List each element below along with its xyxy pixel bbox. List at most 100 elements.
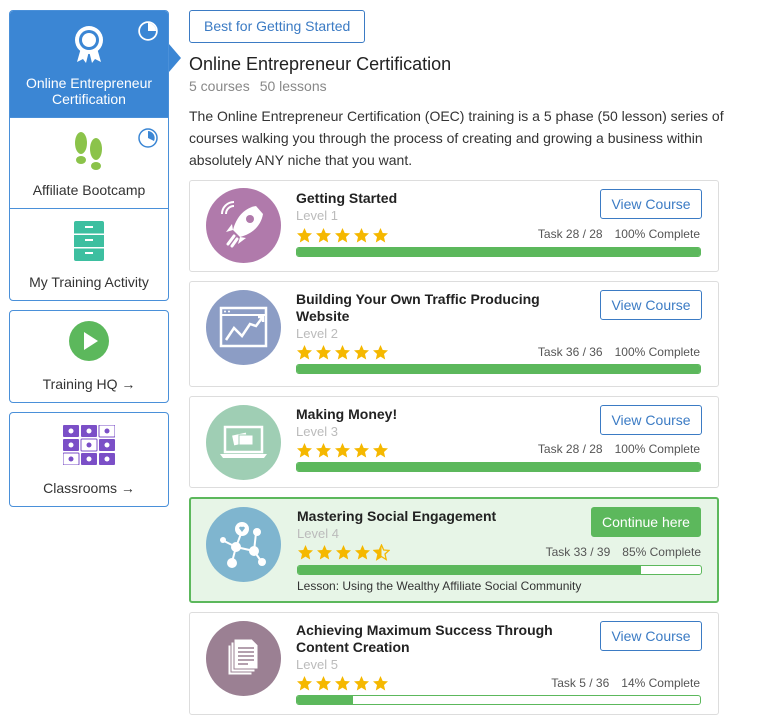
progress-pie-icon [138, 128, 158, 148]
course-title-text: Getting Started [296, 190, 398, 206]
progress-fill [298, 566, 641, 574]
social-network-icon [206, 507, 281, 582]
course-level: Level 1 [296, 208, 338, 223]
view-course-button[interactable]: View Course [600, 290, 702, 320]
task-count: Task 36 / 36 [537, 345, 603, 359]
rocket-icon [206, 188, 281, 263]
course-card-5: Achieving Maximum Success Through Conten… [189, 612, 719, 715]
view-course-button[interactable]: View Course [600, 189, 702, 219]
course-card-3: Making Money! Level 3 View Course Task 28… [189, 396, 719, 488]
progress-fill [297, 696, 354, 704]
task-status: Task 33 / 39 85% Complete [546, 545, 701, 559]
sidebar-item-training-hq[interactable]: Training HQ → [10, 311, 168, 402]
star-icon [354, 228, 369, 243]
course-level: Level 5 [296, 657, 338, 672]
rating-stars [296, 227, 389, 244]
star-icon [316, 345, 331, 360]
course-title: Getting Started Level 1 [296, 190, 576, 224]
sidebar-item-oec[interactable]: Online Entrepreneur Certification [10, 11, 168, 118]
course-meta: 5 courses 50 lessons [189, 77, 729, 95]
star-icon [373, 544, 390, 561]
sidebar-item-my-training-activity[interactable]: My Training Activity [10, 209, 168, 300]
progress-fill [297, 365, 700, 373]
course-card-2: Building Your Own Traffic Producing Webs… [189, 281, 719, 387]
classroom-grid-icon [62, 424, 116, 468]
star-icon [373, 345, 388, 360]
percent-complete: 100% Complete [614, 345, 700, 359]
task-count: Task 5 / 36 [551, 676, 610, 690]
progress-bar [296, 364, 701, 374]
sidebar-item-label: Affiliate Bootcamp [32, 182, 146, 198]
laptop-payment-icon [206, 405, 281, 480]
star-icon [316, 228, 331, 243]
main-content: Best for Getting Started Online Entrepre… [189, 10, 729, 715]
sidebar-item-label: My Training Activity [29, 274, 149, 290]
task-status: Task 28 / 28 100% Complete [538, 442, 700, 456]
sidebar-item-label: Online Entrepreneur Certification [25, 75, 153, 107]
task-status: Task 28 / 28 100% Complete [538, 227, 700, 241]
progress-bar [296, 462, 701, 472]
star-icon [354, 676, 369, 691]
lesson-count: 50 lessons [259, 78, 327, 94]
star-icon [355, 545, 370, 560]
rating-stars [297, 544, 390, 561]
star-icon [297, 228, 312, 243]
star-icon [373, 228, 388, 243]
star-icon [316, 676, 331, 691]
footprints-icon [72, 131, 106, 174]
course-level: Level 2 [296, 326, 338, 341]
continue-here-button[interactable]: Continue here [591, 507, 701, 537]
award-ribbon-icon [71, 24, 107, 67]
percent-complete: 100% Complete [614, 227, 700, 241]
file-cabinet-icon [74, 221, 104, 264]
course-title: Making Money! Level 3 [296, 406, 576, 440]
star-icon [297, 676, 312, 691]
star-icon [335, 443, 350, 458]
star-icon [373, 676, 388, 691]
current-lesson[interactable]: Lesson: Using the Wealthy Affiliate Soci… [297, 579, 581, 593]
progress-fill [297, 463, 700, 471]
course-title: Mastering Social Engagement Level 4 [297, 508, 577, 542]
course-title: Achieving Maximum Success Through Conten… [296, 622, 576, 673]
star-icon [298, 545, 313, 560]
rating-stars [296, 442, 389, 459]
documents-icon [206, 621, 281, 696]
sidebar-item-affiliate-bootcamp[interactable]: Affiliate Bootcamp [10, 118, 168, 209]
star-icon [297, 345, 312, 360]
star-icon [335, 676, 350, 691]
task-count: Task 33 / 39 [545, 545, 611, 559]
course-level: Level 3 [296, 424, 338, 439]
description: The Online Entrepreneur Certification (O… [189, 108, 724, 168]
star-icon [354, 443, 369, 458]
training-paths: Online Entrepreneur Certification Affili… [9, 10, 169, 301]
percent-complete: 100% Complete [614, 442, 700, 456]
progress-bar [296, 695, 701, 705]
star-icon [354, 345, 369, 360]
course-card-4: Mastering Social Engagement Level 4 Conti… [189, 497, 719, 603]
view-course-button[interactable]: View Course [600, 621, 702, 651]
sidebar-item-label: Training HQ → [42, 376, 136, 392]
course-title-text: Building Your Own Traffic Producing Webs… [296, 291, 540, 324]
page-title: Online Entrepreneur Certification [189, 54, 452, 74]
star-icon [317, 545, 332, 560]
course-title-text: Mastering Social Engagement [297, 508, 497, 524]
course-title: Building Your Own Traffic Producing Webs… [296, 291, 576, 342]
active-pointer [169, 44, 181, 72]
classrooms-link[interactable]: Classrooms → [9, 412, 169, 507]
course-count: 5 courses [189, 78, 250, 94]
percent-complete: 14% Complete [621, 676, 700, 690]
best-for-getting-started-button[interactable]: Best for Getting Started [189, 10, 366, 43]
course-card-1: Getting Started Level 1 View Course Task … [189, 180, 719, 272]
training-hq-link[interactable]: Training HQ → [9, 310, 169, 403]
progress-pie-icon [138, 21, 158, 41]
course-title-text: Achieving Maximum Success Through Conten… [296, 622, 553, 655]
rating-stars [296, 344, 389, 361]
progress-fill [297, 248, 700, 256]
view-course-button[interactable]: View Course [600, 405, 702, 435]
sidebar: Online Entrepreneur Certification Affili… [9, 10, 169, 516]
rating-stars [296, 675, 389, 692]
sidebar-item-label: Classrooms → [43, 480, 135, 496]
sidebar-item-classrooms[interactable]: Classrooms → [10, 413, 168, 506]
task-status: Task 36 / 36 100% Complete [538, 345, 700, 359]
star-icon [335, 228, 350, 243]
